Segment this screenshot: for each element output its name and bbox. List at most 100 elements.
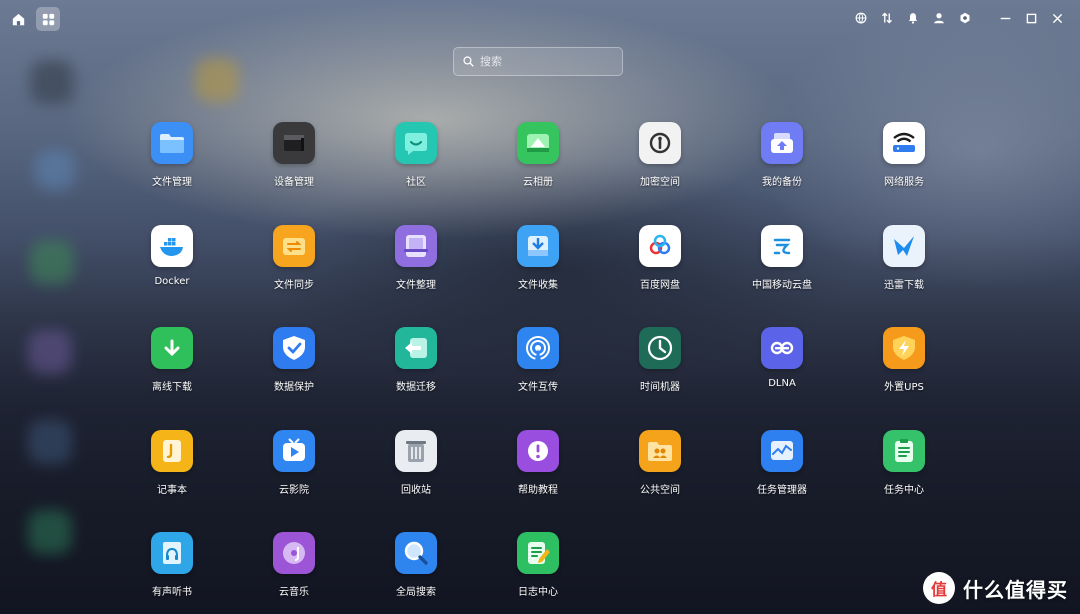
app-tile[interactable]: 云音乐 xyxy=(233,532,355,612)
docker-whale-icon xyxy=(151,224,193,267)
transfer-button[interactable] xyxy=(876,7,898,29)
app-label: 公共空间 xyxy=(640,484,680,496)
app-tile[interactable]: 数据保护 xyxy=(233,327,355,407)
app-label: 百度网盘 xyxy=(640,279,680,291)
app-label: Docker xyxy=(154,275,190,287)
app-label: DLNA xyxy=(768,378,796,389)
app-tile[interactable]: 任务中心 xyxy=(843,429,965,510)
app-label: 日志中心 xyxy=(518,587,558,598)
settings-button[interactable] xyxy=(954,7,976,29)
app-label: 任务中心 xyxy=(884,484,924,496)
blurred-background-icon xyxy=(28,330,72,374)
folder-icon xyxy=(151,122,193,164)
blurred-background-icon xyxy=(30,240,74,284)
top-bar xyxy=(0,0,1080,36)
watermark: 值 什么值得买 xyxy=(923,572,1068,604)
app-tile[interactable]: 网络服务 xyxy=(843,122,965,202)
app-label: 回收站 xyxy=(401,484,431,496)
app-tile[interactable]: 文件同步 xyxy=(233,224,355,305)
app-tile[interactable]: Docker xyxy=(111,224,233,305)
apps-button[interactable] xyxy=(36,7,60,31)
app-tile[interactable]: 外置UPS xyxy=(843,327,965,407)
close-icon xyxy=(1052,13,1062,23)
app-tile[interactable]: 数据迁移 xyxy=(355,327,477,407)
blurred-background-icon xyxy=(28,420,72,464)
minimize-button[interactable] xyxy=(994,7,1016,29)
app-tile[interactable]: 文件管理 xyxy=(111,122,233,202)
app-label: 外置UPS xyxy=(884,382,924,393)
app-tile[interactable]: 日志中心 xyxy=(477,532,599,612)
organize-drawer-icon xyxy=(395,224,437,267)
device-box-icon xyxy=(273,122,315,164)
sync-folder-icon xyxy=(273,224,315,267)
app-tile[interactable]: 百度网盘 xyxy=(599,224,721,305)
global-search-icon xyxy=(395,532,437,574)
app-tile[interactable]: 中国移动云盘 xyxy=(721,224,843,305)
app-tile[interactable]: 离线下载 xyxy=(111,327,233,407)
app-label: 全局搜索 xyxy=(396,587,436,598)
app-tile[interactable]: 文件整理 xyxy=(355,224,477,305)
app-label: 云影院 xyxy=(279,484,309,496)
app-tile[interactable]: 迅雷下载 xyxy=(843,224,965,305)
app-label: 文件整理 xyxy=(396,279,436,291)
blurred-background-icon xyxy=(195,58,239,102)
app-label: 我的备份 xyxy=(762,177,802,188)
app-tile[interactable]: 记事本 xyxy=(111,429,233,510)
app-tile[interactable]: 有声听书 xyxy=(111,532,233,612)
search-input[interactable] xyxy=(478,54,622,69)
safe-lock-icon xyxy=(639,122,681,164)
thunder-bird-icon xyxy=(883,224,925,267)
app-label: 时间机器 xyxy=(640,382,680,393)
user-button[interactable] xyxy=(928,7,950,29)
app-tile[interactable]: 我的备份 xyxy=(721,122,843,202)
app-label: 加密空间 xyxy=(640,177,680,188)
app-label: 文件收集 xyxy=(518,279,558,291)
globe-icon xyxy=(855,12,867,24)
globe-button[interactable] xyxy=(850,7,872,29)
app-tile[interactable]: 公共空间 xyxy=(599,429,721,510)
maximize-icon xyxy=(1026,13,1036,23)
airdrop-icon xyxy=(517,327,559,369)
app-tile[interactable]: 全局搜索 xyxy=(355,532,477,612)
notepad-icon xyxy=(151,429,193,472)
app-label: 文件同步 xyxy=(274,279,314,291)
offline-download-icon xyxy=(151,327,193,369)
app-tile[interactable]: 任务管理器 xyxy=(721,429,843,510)
app-tile[interactable]: 云相册 xyxy=(477,122,599,202)
app-tile[interactable]: 社区 xyxy=(355,122,477,202)
bell-icon xyxy=(908,13,918,24)
notification-button[interactable] xyxy=(902,7,924,29)
trash-bin-icon xyxy=(395,429,437,472)
user-icon xyxy=(934,13,944,24)
app-tile[interactable]: 文件收集 xyxy=(477,224,599,305)
home-icon xyxy=(12,13,24,25)
migrate-arrow-icon xyxy=(395,327,437,369)
grid-icon xyxy=(42,13,54,25)
app-label: 社区 xyxy=(406,177,426,188)
app-label: 有声听书 xyxy=(152,587,192,598)
app-tile[interactable]: DLNA xyxy=(721,327,843,407)
app-label: 迅雷下载 xyxy=(884,279,924,291)
app-tile[interactable]: 文件互传 xyxy=(477,327,599,407)
time-machine-icon xyxy=(639,327,681,369)
close-button[interactable] xyxy=(1046,7,1068,29)
home-button[interactable] xyxy=(6,7,30,31)
search-box[interactable] xyxy=(453,47,623,76)
app-label: 数据迁移 xyxy=(396,382,436,393)
app-tile[interactable]: 加密空间 xyxy=(599,122,721,202)
shield-check-icon xyxy=(273,327,315,369)
app-tile[interactable]: 回收站 xyxy=(355,429,477,510)
log-pencil-icon xyxy=(517,532,559,574)
app-tile[interactable]: 帮助教程 xyxy=(477,429,599,510)
tv-play-icon xyxy=(273,429,315,472)
app-label: 云音乐 xyxy=(279,587,309,598)
watermark-text: 什么值得买 xyxy=(963,577,1068,602)
maximize-button[interactable] xyxy=(1020,7,1042,29)
top-bar-left xyxy=(6,7,60,31)
app-tile[interactable]: 设备管理 xyxy=(233,122,355,202)
app-tile[interactable]: 时间机器 xyxy=(599,327,721,407)
app-tile[interactable]: 云影院 xyxy=(233,429,355,510)
search-icon xyxy=(462,55,474,69)
app-label: 帮助教程 xyxy=(518,484,558,496)
minimize-icon xyxy=(1000,17,1010,19)
